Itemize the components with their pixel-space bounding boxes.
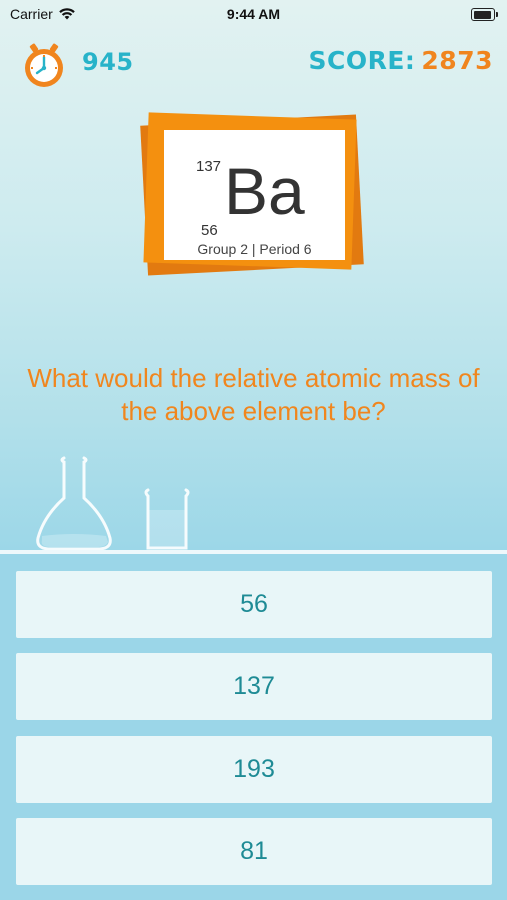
score-value: 2873 <box>421 46 493 75</box>
answer-option-3[interactable]: 193 <box>16 736 492 803</box>
score-label: SCORE: <box>308 46 416 75</box>
battery-icon <box>471 8 498 21</box>
answer-option-label: 193 <box>233 755 275 783</box>
element-symbol: Ba <box>224 154 305 228</box>
atomic-number: 56 <box>201 222 218 239</box>
timer-value: 945 <box>82 48 134 76</box>
mass-number: 137 <box>196 158 222 175</box>
answer-option-label: 137 <box>233 672 275 700</box>
element-card: 137 56 Ba Group 2 | Period 6 <box>140 110 368 280</box>
game-header: 945 SCORE: 2873 <box>0 40 507 87</box>
score-display: SCORE: 2873 <box>308 46 493 75</box>
answer-option-4[interactable]: 81 <box>16 818 492 885</box>
lab-glassware-illustration <box>36 456 190 551</box>
answer-option-1[interactable]: 56 <box>16 571 492 638</box>
answer-option-label: 81 <box>240 837 268 865</box>
question-text: What would the relative atomic mass of t… <box>27 363 480 426</box>
element-tile: 137 56 Ba Group 2 | Period 6 <box>164 130 345 260</box>
status-bar: Carrier 9:44 AM <box>0 0 507 28</box>
group-period-label: Group 2 | Period 6 <box>197 241 312 257</box>
answer-option-label: 56 <box>240 590 268 618</box>
answer-option-2[interactable]: 137 <box>16 653 492 720</box>
status-time: 9:44 AM <box>226 6 281 22</box>
stopwatch-icon <box>25 43 63 87</box>
